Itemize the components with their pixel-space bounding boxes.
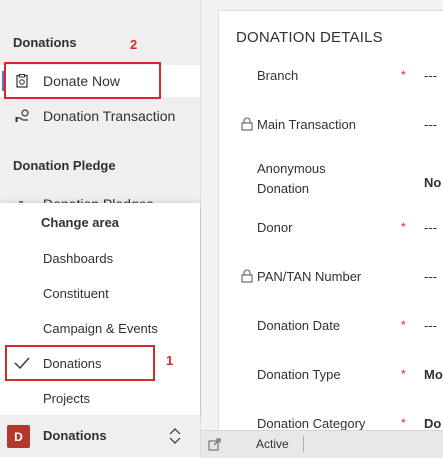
required-marker: *	[401, 416, 406, 430]
field-value[interactable]: No	[424, 175, 441, 190]
field-value[interactable]: Do	[424, 416, 441, 431]
main-content: DONATION DETAILS Branch * --- Main Trans…	[201, 0, 443, 457]
field-label: Branch	[257, 68, 299, 83]
area-switcher[interactable]: D Donations	[0, 415, 200, 457]
field-value[interactable]: ---	[424, 318, 437, 333]
field-value[interactable]: ---	[424, 68, 437, 83]
flyout-item-projects[interactable]: Projects	[0, 381, 200, 416]
lock-icon	[241, 117, 253, 134]
flyout-item-label: Constituent	[43, 286, 109, 301]
donation-details-section: DONATION DETAILS Branch * --- Main Trans…	[218, 10, 443, 432]
field-value[interactable]: ---	[424, 117, 437, 132]
flyout-item-label: Campaign & Events	[43, 321, 158, 336]
flyout-item-dashboards[interactable]: Dashboards	[0, 241, 200, 276]
section-title-donations: Donations	[13, 35, 77, 50]
flyout-item-label: Dashboards	[43, 251, 114, 266]
flyout-item-campaign-events[interactable]: Campaign & Events	[0, 311, 200, 346]
sidebar-item-label: Donation Transaction	[43, 108, 176, 124]
required-marker: *	[401, 367, 406, 381]
flyout-item-label: Projects	[43, 391, 90, 406]
status-bar: Active	[201, 430, 443, 458]
chevron-up-down-icon	[168, 427, 182, 448]
field-value[interactable]: ---	[424, 220, 437, 235]
annotation-marker-1: 1	[166, 353, 174, 368]
field-label: Main Transaction	[257, 117, 356, 132]
annotation-marker-2: 2	[130, 37, 138, 52]
annotation-box-donate-now	[4, 62, 161, 99]
lock-icon	[241, 269, 253, 286]
flyout-header: Change area	[41, 215, 120, 230]
section-title: DONATION DETAILS	[236, 29, 383, 46]
sidebar-item-donation-transaction[interactable]: Donation Transaction	[0, 100, 200, 132]
required-marker: *	[401, 68, 406, 82]
field-label: Donation Date	[257, 318, 341, 333]
field-value[interactable]: Mo	[424, 367, 443, 382]
required-marker: *	[401, 318, 406, 332]
required-marker: *	[401, 220, 406, 234]
field-label: PAN/TAN Number	[257, 269, 362, 284]
annotation-box-donations	[5, 345, 155, 381]
field-label: Anonymous Donation	[257, 161, 326, 196]
field-label: Donation Type	[257, 367, 341, 382]
open-in-new-window-icon[interactable]	[208, 438, 221, 454]
field-value[interactable]: ---	[424, 269, 437, 284]
field-label: Donor	[257, 220, 293, 235]
flyout-item-constituent[interactable]: Constituent	[0, 276, 200, 311]
divider	[303, 436, 304, 452]
section-title-donation-pledge: Donation Pledge	[13, 158, 116, 173]
area-badge: D	[7, 425, 30, 448]
record-status: Active	[256, 437, 289, 451]
change-area-flyout: Change area Dashboards Constituent Campa…	[0, 203, 200, 415]
hand-coin-icon	[15, 109, 29, 123]
area-label: Donations	[43, 428, 107, 443]
